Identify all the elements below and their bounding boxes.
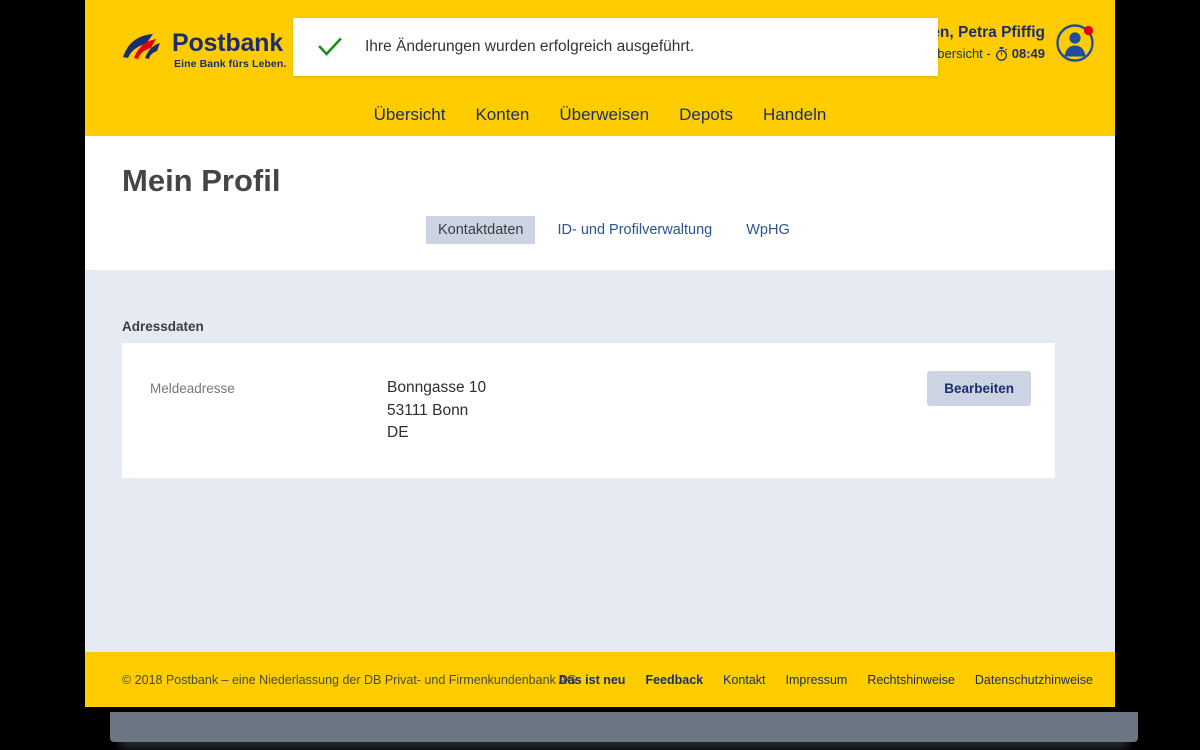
page-sheet: Postbank Eine Bank fürs Leben. en, Petra… (85, 0, 1115, 707)
user-block[interactable]: en, Petra Pfiffig übersicht - 08:49 (930, 22, 1097, 64)
address-line-1: Bonngasse 10 (387, 379, 487, 396)
address-line-3: DE (387, 424, 409, 441)
footer-copyright: © 2018 Postbank – eine Niederlassung der… (122, 672, 577, 687)
footer-link-das-ist-neu[interactable]: Das ist neu (559, 673, 626, 687)
site-header: Postbank Eine Bank fürs Leben. en, Petra… (85, 0, 1115, 136)
site-footer: © 2018 Postbank – eine Niederlassung der… (85, 652, 1115, 707)
title-area: Mein Profil Kontaktdaten ID- und Profilv… (85, 136, 1115, 270)
address-card: Meldeadresse Bonngasse 10 53111 Bonn DE … (122, 343, 1055, 478)
footer-links: Das ist neu Feedback Kontakt Impressum R… (559, 673, 1093, 687)
user-avatar-icon[interactable] (1055, 22, 1097, 64)
tab-kontaktdaten[interactable]: Kontaktdaten (426, 216, 536, 244)
screenshot-stage: Postbank Eine Bank fürs Leben. en, Petra… (0, 0, 1200, 750)
footer-link-datenschutzhinweise[interactable]: Datenschutzhinweise (975, 673, 1093, 687)
check-icon (317, 34, 343, 60)
footer-link-feedback[interactable]: Feedback (645, 673, 703, 687)
success-notification[interactable]: Ihre Änderungen wurden erfolgreich ausge… (293, 18, 938, 76)
footer-link-impressum[interactable]: Impressum (786, 673, 848, 687)
postbank-logo[interactable]: Postbank Eine Bank fürs Leben. (122, 30, 286, 71)
device-frame-bar (110, 712, 1138, 742)
stopwatch-icon (995, 47, 1008, 61)
nav-item-ueberweisen[interactable]: Überweisen (559, 105, 649, 125)
footer-link-kontakt[interactable]: Kontakt (723, 673, 765, 687)
brand-claim: Eine Bank fürs Leben. (174, 58, 287, 70)
nav-item-uebersicht[interactable]: Übersicht (374, 105, 446, 125)
user-session-info: übersicht - 08:49 (930, 44, 1045, 64)
field-label-meldeadresse: Meldeadresse (150, 381, 235, 396)
notification-message: Ihre Änderungen wurden erfolgreich ausge… (365, 38, 695, 55)
tab-id-und-profilverwaltung[interactable]: ID- und Profilverwaltung (545, 216, 724, 244)
page-title: Mein Profil (122, 163, 281, 198)
session-label: übersicht - (930, 46, 991, 61)
nav-item-depots[interactable]: Depots (679, 105, 733, 125)
field-value-meldeadresse: Bonngasse 10 53111 Bonn DE (387, 377, 486, 445)
nav-item-konten[interactable]: Konten (475, 105, 529, 125)
brand-name: Postbank (172, 29, 283, 57)
logo-text: Postbank Eine Bank fürs Leben. (172, 30, 286, 71)
session-time: 08:49 (1011, 46, 1045, 61)
postbank-swoosh-icon (122, 33, 164, 63)
table-row: Meldeadresse Bonngasse 10 53111 Bonn DE … (122, 343, 1055, 478)
section-title-adressdaten: Adressdaten (122, 319, 204, 334)
edit-address-button[interactable]: Bearbeiten (927, 371, 1031, 406)
main-navigation: Übersicht Konten Überweisen Depots Hande… (85, 94, 1115, 136)
nav-item-handeln[interactable]: Handeln (763, 105, 826, 125)
content-area: Adressdaten Meldeadresse Bonngasse 10 53… (85, 270, 1115, 652)
tab-bar: Kontaktdaten ID- und Profilverwaltung Wp… (426, 216, 812, 244)
user-greeting: en, Petra Pfiffig (931, 24, 1045, 41)
tab-wphg[interactable]: WpHG (734, 216, 802, 244)
user-texts: en, Petra Pfiffig übersicht - 08:49 (930, 22, 1045, 64)
footer-link-rechtshinweise[interactable]: Rechtshinweise (867, 673, 955, 687)
address-line-2: 53111 Bonn (387, 401, 469, 419)
